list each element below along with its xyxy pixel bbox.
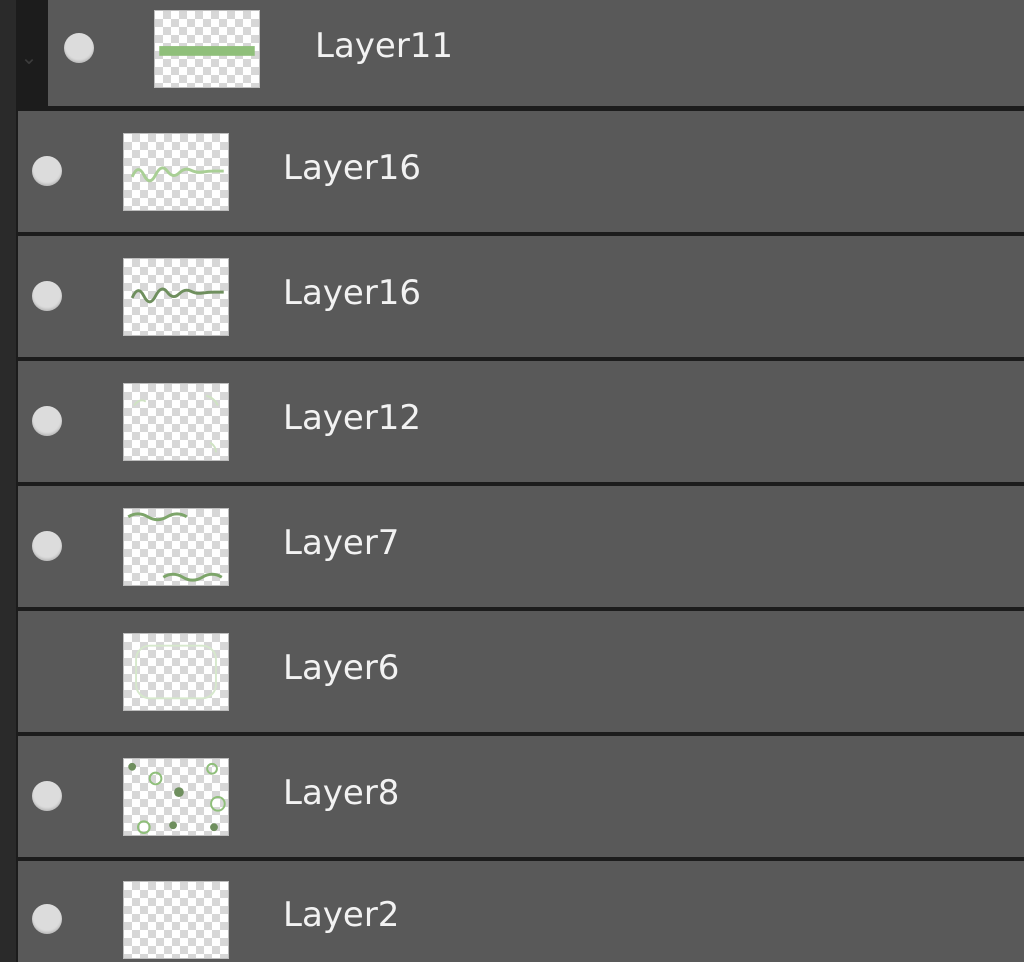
green-script-graphic bbox=[130, 287, 224, 304]
layer-row-layer8[interactable]: Layer8 bbox=[18, 736, 1024, 857]
layer-row-layer12[interactable]: Layer12 bbox=[18, 361, 1024, 482]
visibility-toggle-icon[interactable] bbox=[32, 904, 62, 934]
layer-thumbnail bbox=[123, 258, 229, 336]
green-stripe-graphic bbox=[159, 46, 255, 56]
chevron-down-icon[interactable]: ⌄ bbox=[18, 46, 40, 68]
layer-name: Layer6 bbox=[283, 648, 400, 688]
faint-green-corners-graphic bbox=[133, 394, 219, 453]
layer-row-layer16[interactable]: Layer16 bbox=[18, 111, 1024, 232]
layer-name: Layer7 bbox=[283, 523, 400, 563]
layer-row-layer6[interactable]: Layer6 bbox=[18, 611, 1024, 732]
layer-thumbnail bbox=[154, 10, 260, 88]
faint-green-frame-graphic bbox=[135, 644, 217, 700]
layer-name: Layer11 bbox=[315, 26, 454, 66]
layer-name: Layer16 bbox=[283, 148, 422, 188]
layer-name: Layer8 bbox=[283, 773, 400, 813]
visibility-toggle-icon[interactable] bbox=[32, 406, 62, 436]
layers-panel: Layer11 ⌄ Layer16 Layer16 Layer12 Layer7… bbox=[0, 0, 1024, 962]
layer-name: Layer2 bbox=[283, 895, 400, 935]
layer-row-layer2[interactable]: Layer2 bbox=[18, 861, 1024, 962]
layer-row-layer11[interactable]: Layer11 bbox=[46, 0, 1024, 106]
green-waves-graphic bbox=[127, 512, 223, 582]
layer-thumbnail bbox=[123, 633, 229, 711]
panel-gutter bbox=[0, 0, 16, 962]
layer-thumbnail bbox=[123, 758, 229, 836]
layer-row-layer16[interactable]: Layer16 bbox=[18, 236, 1024, 357]
green-dots-graphic bbox=[128, 762, 226, 835]
layer-thumbnail bbox=[123, 383, 229, 461]
visibility-toggle-icon[interactable] bbox=[32, 281, 62, 311]
layer-name: Layer16 bbox=[283, 273, 422, 313]
visibility-toggle-icon[interactable] bbox=[64, 33, 94, 63]
layer-thumbnail bbox=[123, 508, 229, 586]
green-script-graphic bbox=[130, 166, 224, 183]
layer-name: Layer12 bbox=[283, 398, 422, 438]
layer-row-layer7[interactable]: Layer7 bbox=[18, 486, 1024, 607]
layer-thumbnail bbox=[123, 881, 229, 959]
visibility-toggle-icon[interactable] bbox=[32, 531, 62, 561]
visibility-toggle-icon[interactable] bbox=[32, 156, 62, 186]
layer-thumbnail bbox=[123, 133, 229, 211]
visibility-toggle-icon[interactable] bbox=[32, 781, 62, 811]
